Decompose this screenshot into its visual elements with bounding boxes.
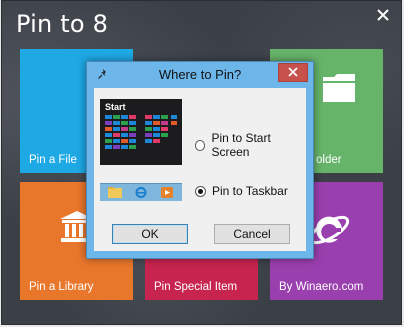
option-label: Pin to Taskbar xyxy=(212,184,288,198)
folder-icon xyxy=(323,74,355,102)
radio-pin-taskbar[interactable] xyxy=(195,185,206,197)
app-close-button[interactable] xyxy=(375,7,391,23)
app-title: Pin to 8 xyxy=(16,10,109,38)
start-screen-preview: Start xyxy=(100,99,182,165)
option-pin-taskbar[interactable]: Pin to Taskbar xyxy=(195,184,288,198)
dialog-close-button[interactable] xyxy=(278,63,308,82)
radio-pin-start-screen[interactable] xyxy=(195,139,206,151)
close-icon xyxy=(377,9,389,21)
media-player-icon xyxy=(161,187,173,198)
pin-to-8-window: Pin to 8 Pin a File older Pin a Library … xyxy=(1,0,402,325)
tile-label: Pin Special Item xyxy=(154,281,238,293)
start-preview-label: Start xyxy=(105,102,126,112)
tile-label: Pin a Library xyxy=(29,281,94,293)
cancel-button[interactable]: Cancel xyxy=(214,224,290,244)
start-tiles-thumbnail xyxy=(105,115,177,149)
tile-label: Pin a File xyxy=(29,154,77,166)
option-pin-start-screen[interactable]: Pin to Start Screen xyxy=(195,131,306,159)
ok-button[interactable]: OK xyxy=(112,224,188,244)
close-icon xyxy=(288,67,298,77)
tile-label: older xyxy=(316,154,342,166)
internet-explorer-icon xyxy=(135,187,147,198)
where-to-pin-dialog: Where to Pin? Start Pin to Start Screen … xyxy=(86,61,314,259)
explorer-folder-icon xyxy=(108,187,122,198)
option-label: Pin to Start Screen xyxy=(211,131,271,159)
dialog-body: Start Pin to Start Screen Pin to Taskbar… xyxy=(94,88,306,251)
tile-label: By Winaero.com xyxy=(279,281,364,293)
dialog-titlebar[interactable]: Where to Pin? xyxy=(87,62,313,88)
taskbar-preview xyxy=(100,183,182,201)
